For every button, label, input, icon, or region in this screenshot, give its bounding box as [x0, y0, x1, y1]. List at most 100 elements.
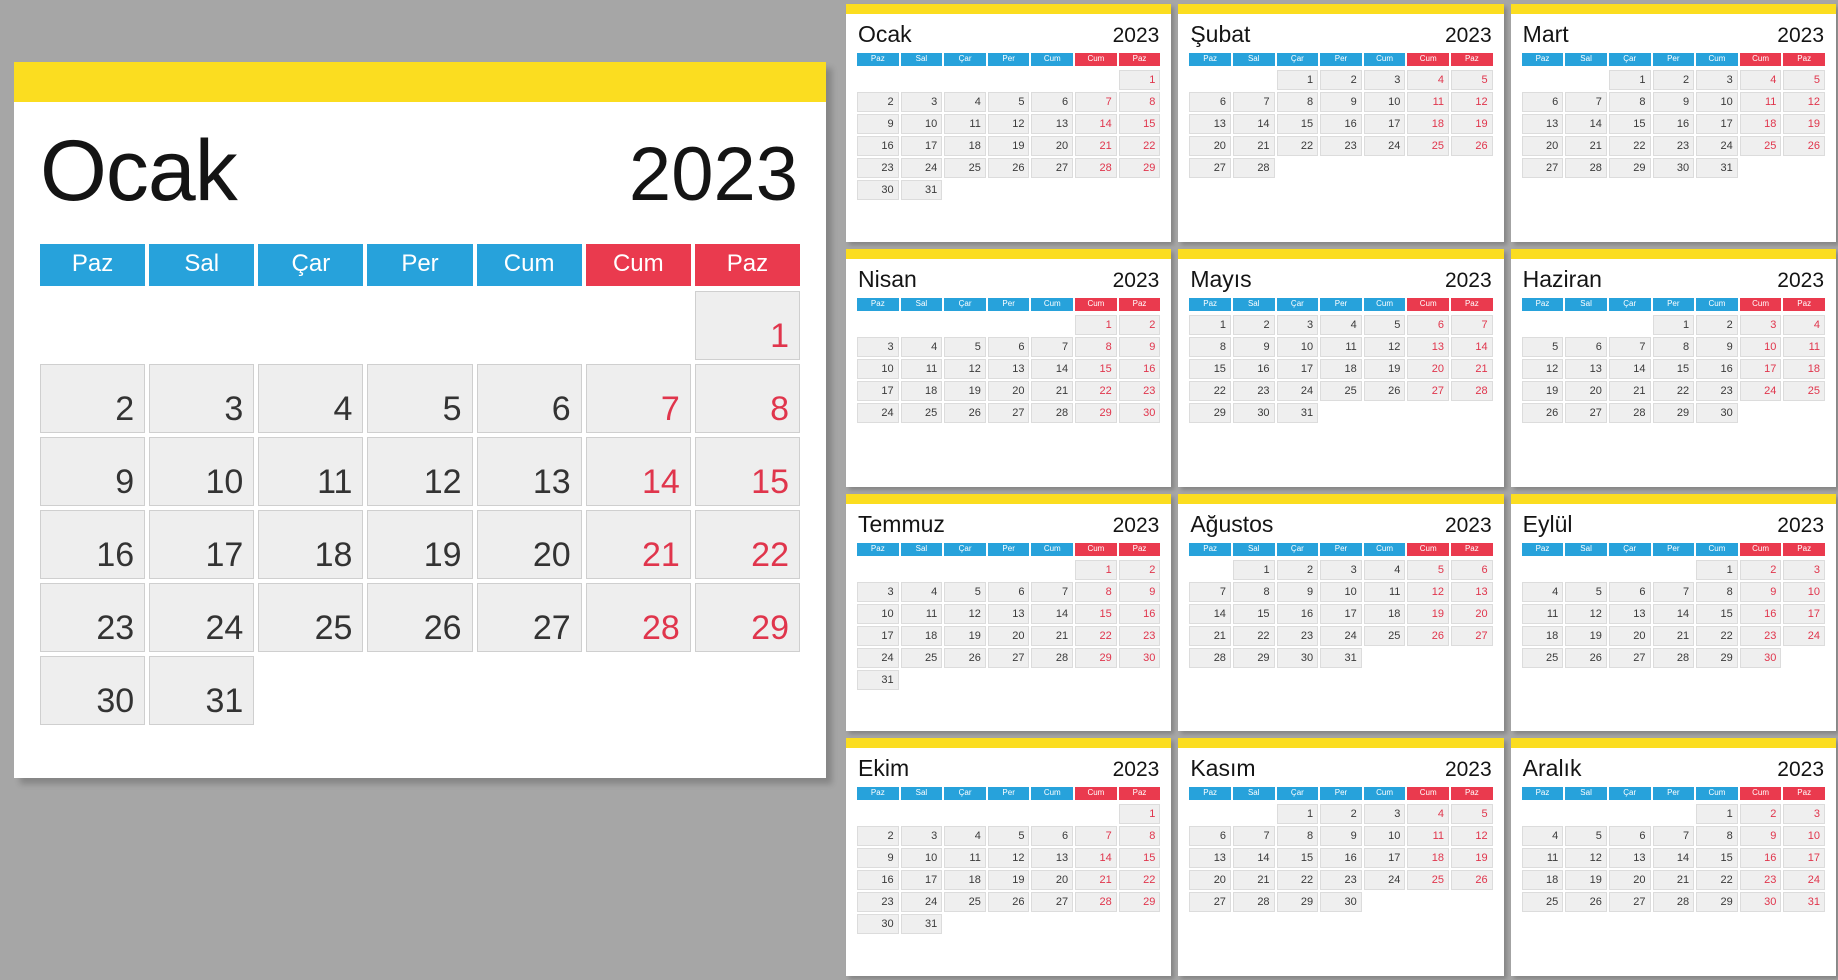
day-cell[interactable]: 3: [857, 581, 899, 602]
day-cell[interactable]: 16: [1320, 848, 1362, 869]
day-cell[interactable]: 12: [1407, 581, 1450, 602]
day-cell[interactable]: 9: [1118, 581, 1161, 602]
day-cell[interactable]: 17: [900, 136, 943, 157]
day-cell[interactable]: 14: [1075, 848, 1117, 869]
month-card-kasım[interactable]: Kasım 2023 Paz Sal Çar Per Cum Cum Paz 1 2 3 4 5 6 7 8 9 1…: [1178, 738, 1504, 976]
day-cell[interactable]: 4: [1783, 314, 1825, 335]
day-cell[interactable]: 3: [1696, 70, 1738, 91]
day-cell[interactable]: 18: [1521, 625, 1564, 646]
day-cell[interactable]: 1: [1118, 804, 1161, 825]
day-cell[interactable]: 6: [987, 336, 1030, 357]
day-cell[interactable]: 24: [857, 402, 899, 423]
month-card-ocak[interactable]: Ocak 2023 Paz Sal Çar Per Cum Cum Paz 1 2 3 4 5 6 7 8 9 10…: [846, 4, 1172, 242]
day-cell[interactable]: 25: [1521, 892, 1564, 913]
day-cell[interactable]: 1: [1652, 314, 1695, 335]
day-cell[interactable]: 18: [258, 510, 364, 579]
day-cell[interactable]: 27: [1451, 625, 1493, 646]
day-cell[interactable]: 11: [1407, 826, 1450, 847]
day-cell[interactable]: 26: [1783, 136, 1825, 157]
day-cell[interactable]: 10: [1320, 581, 1362, 602]
day-cell[interactable]: 27: [1565, 402, 1607, 423]
day-cell[interactable]: 16: [1118, 358, 1161, 379]
day-cell[interactable]: 30: [1739, 892, 1782, 913]
day-cell[interactable]: 12: [987, 114, 1030, 135]
day-cell[interactable]: 7: [1075, 92, 1117, 113]
day-cell[interactable]: 8: [1118, 92, 1161, 113]
day-cell[interactable]: 1: [1075, 559, 1117, 580]
day-cell[interactable]: 21: [585, 510, 691, 579]
day-cell[interactable]: 13: [1407, 336, 1450, 357]
day-cell[interactable]: 21: [1565, 136, 1607, 157]
day-cell[interactable]: 1: [1696, 804, 1738, 825]
day-cell[interactable]: 11: [944, 114, 986, 135]
day-cell[interactable]: 18: [900, 380, 943, 401]
day-cell[interactable]: 15: [1075, 358, 1117, 379]
day-cell[interactable]: 28: [1451, 380, 1493, 401]
day-cell[interactable]: 29: [1232, 647, 1275, 668]
day-cell[interactable]: 24: [1363, 136, 1406, 157]
day-cell[interactable]: 18: [944, 136, 986, 157]
day-cell[interactable]: 10: [857, 603, 899, 624]
day-cell[interactable]: 1: [1276, 70, 1319, 91]
day-cell[interactable]: 29: [1118, 892, 1161, 913]
day-cell[interactable]: 2: [1739, 804, 1782, 825]
day-cell[interactable]: 24: [1276, 380, 1319, 401]
day-cell[interactable]: 12: [1521, 358, 1564, 379]
day-cell[interactable]: 31: [857, 669, 899, 690]
day-cell[interactable]: 7: [1075, 826, 1117, 847]
day-cell[interactable]: 8: [1232, 581, 1275, 602]
day-cell[interactable]: 31: [1696, 158, 1738, 179]
day-cell[interactable]: 23: [1232, 380, 1275, 401]
day-cell[interactable]: 30: [1232, 402, 1275, 423]
month-card-şubat[interactable]: Şubat 2023 Paz Sal Çar Per Cum Cum Paz 1 2 3 4 5 6 7 8 9 1…: [1178, 4, 1504, 242]
day-cell[interactable]: 17: [1363, 114, 1406, 135]
day-cell[interactable]: 25: [1363, 625, 1406, 646]
day-cell[interactable]: 30: [40, 656, 146, 725]
day-cell[interactable]: 12: [1565, 603, 1607, 624]
day-cell[interactable]: 21: [1451, 358, 1493, 379]
day-cell[interactable]: 21: [1232, 136, 1275, 157]
day-cell[interactable]: 9: [1232, 336, 1275, 357]
day-cell[interactable]: 10: [1276, 336, 1319, 357]
day-cell[interactable]: 3: [1320, 559, 1362, 580]
day-cell[interactable]: 26: [944, 402, 986, 423]
day-cell[interactable]: 16: [857, 136, 899, 157]
day-cell[interactable]: 1: [1189, 314, 1231, 335]
day-cell[interactable]: 17: [149, 510, 255, 579]
day-cell[interactable]: 9: [1739, 581, 1782, 602]
day-cell[interactable]: 5: [944, 581, 986, 602]
day-cell[interactable]: 26: [1521, 402, 1564, 423]
day-cell[interactable]: 6: [476, 364, 582, 433]
day-cell[interactable]: 16: [1276, 603, 1319, 624]
day-cell[interactable]: 26: [1451, 136, 1493, 157]
day-cell[interactable]: 18: [1739, 114, 1782, 135]
day-cell[interactable]: 6: [1189, 92, 1231, 113]
day-cell[interactable]: 26: [1363, 380, 1406, 401]
day-cell[interactable]: 8: [1075, 581, 1117, 602]
day-cell[interactable]: 7: [1232, 92, 1275, 113]
day-cell[interactable]: 23: [1276, 625, 1319, 646]
day-cell[interactable]: 19: [1521, 380, 1564, 401]
day-cell[interactable]: 27: [1608, 892, 1651, 913]
day-cell[interactable]: 1: [1075, 314, 1117, 335]
day-cell[interactable]: 15: [1652, 358, 1695, 379]
day-cell[interactable]: 8: [1696, 826, 1738, 847]
day-cell[interactable]: 29: [1696, 647, 1738, 668]
day-cell[interactable]: 16: [1118, 603, 1161, 624]
day-cell[interactable]: 6: [1407, 314, 1450, 335]
day-cell[interactable]: 9: [1652, 92, 1695, 113]
day-cell[interactable]: 20: [987, 625, 1030, 646]
day-cell[interactable]: 2: [857, 92, 899, 113]
day-cell[interactable]: 27: [476, 583, 582, 652]
day-cell[interactable]: 17: [1783, 848, 1825, 869]
day-cell[interactable]: 13: [1189, 848, 1231, 869]
day-cell[interactable]: 19: [944, 380, 986, 401]
day-cell[interactable]: 22: [1118, 870, 1161, 891]
day-cell[interactable]: 11: [1783, 336, 1825, 357]
day-cell[interactable]: 22: [1696, 625, 1738, 646]
day-cell[interactable]: 11: [258, 437, 364, 506]
day-cell[interactable]: 13: [1565, 358, 1607, 379]
day-cell[interactable]: 28: [1075, 158, 1117, 179]
day-cell[interactable]: 22: [1696, 870, 1738, 891]
day-cell[interactable]: 21: [1189, 625, 1231, 646]
